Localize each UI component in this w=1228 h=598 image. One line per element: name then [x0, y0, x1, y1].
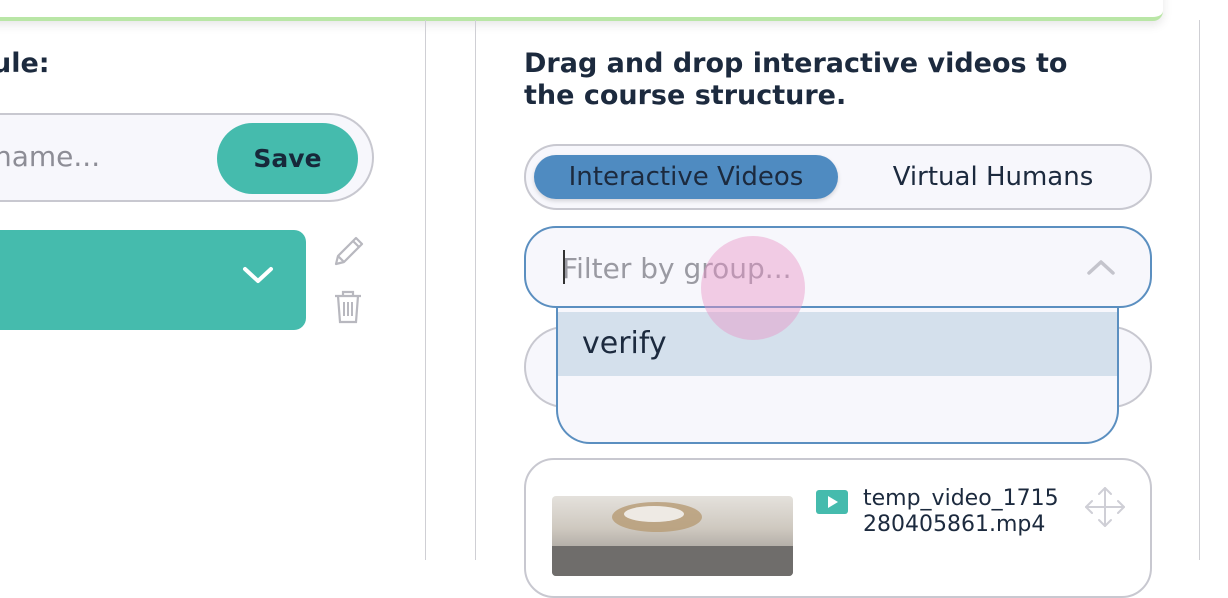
- text-cursor: [563, 250, 565, 284]
- group-filter-menu: verify: [556, 296, 1119, 444]
- group-filter[interactable]: [524, 226, 1152, 308]
- tab-interactive-videos[interactable]: Interactive Videos: [534, 155, 838, 199]
- group-filter-input[interactable]: [560, 244, 1034, 292]
- module-heading: ule:: [0, 48, 50, 79]
- play-icon: [816, 490, 848, 514]
- save-button[interactable]: Save: [217, 123, 358, 194]
- drag-drop-instructions: Drag and drop interactive videos to the …: [524, 48, 1068, 111]
- video-thumbnail: [552, 496, 793, 576]
- trash-icon[interactable]: [333, 288, 363, 324]
- top-card: [0, 0, 1163, 21]
- group-option[interactable]: verify: [558, 312, 1117, 376]
- tab-virtual-humans[interactable]: Virtual Humans: [848, 155, 1138, 199]
- chevron-down-icon[interactable]: [241, 264, 275, 286]
- pencil-icon[interactable]: [330, 234, 366, 270]
- panel-border-right: [1199, 20, 1200, 560]
- video-card[interactable]: temp_video_1715280405861.mp4: [524, 458, 1152, 598]
- panel-divider-right: [475, 20, 476, 560]
- chevron-up-icon[interactable]: [1086, 258, 1116, 276]
- panel-divider: [425, 20, 426, 560]
- video-filename: temp_video_1715280405861.mp4: [863, 486, 1059, 537]
- move-icon[interactable]: [1082, 484, 1128, 530]
- video-type-tabs: Interactive Videos Virtual Humans: [524, 144, 1152, 210]
- module-name-placeholder: name...: [0, 140, 101, 173]
